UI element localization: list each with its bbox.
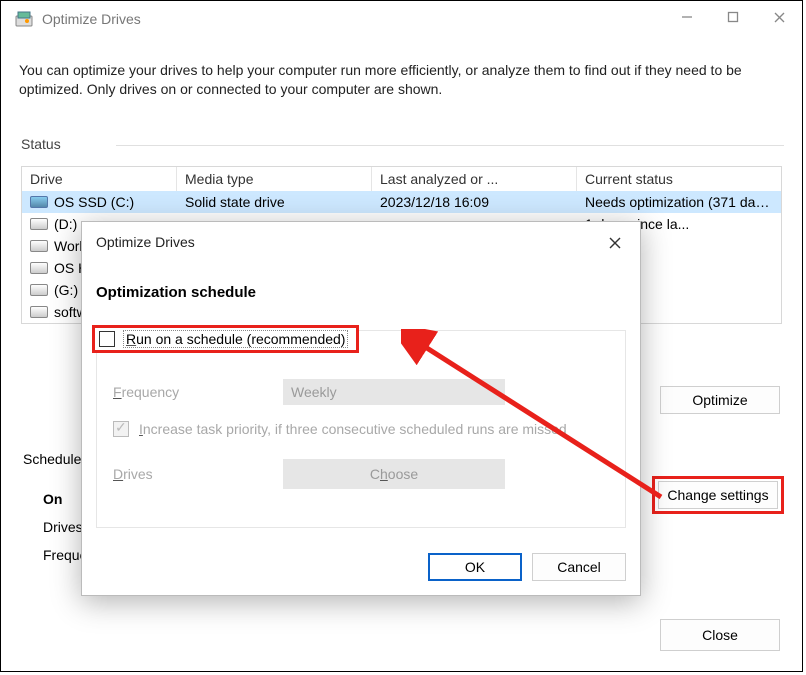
close-window-button[interactable] (756, 1, 802, 33)
drives-label: Drives (113, 466, 283, 482)
drive-name: OS SSD (C:) (54, 194, 134, 210)
header-drive[interactable]: Drive (22, 167, 177, 191)
header-status[interactable]: Current status (577, 167, 781, 191)
window-title: Optimize Drives (42, 11, 141, 27)
dialog-title: Optimize Drives (96, 234, 195, 250)
schedule-group: Run on a schedule (recommended) Frequenc… (96, 330, 626, 528)
app-icon (15, 10, 33, 28)
drive-name: (D:) (54, 216, 77, 232)
drive-icon (30, 262, 48, 274)
table-row[interactable]: OS SSD (C:) Solid state drive 2023/12/18… (22, 191, 781, 213)
change-settings-highlight: Change settings (652, 476, 784, 514)
schedule-drives-label: Drives (43, 519, 83, 535)
frequency-combo: Weekly (283, 379, 505, 405)
optimize-button[interactable]: Optimize (660, 386, 780, 414)
titlebar: Optimize Drives (1, 1, 802, 36)
drive-icon (30, 196, 48, 208)
priority-label: Increase task priority, if three consecu… (139, 421, 567, 437)
ok-button[interactable]: OK (428, 553, 522, 581)
drive-name: (G:) (54, 282, 78, 298)
frequency-label: Frequency (113, 384, 283, 400)
dialog-heading: Optimization schedule (96, 284, 256, 301)
drive-icon (30, 240, 48, 252)
run-on-schedule-checkbox[interactable] (99, 331, 115, 347)
drive-icon (30, 284, 48, 296)
priority-checkbox (113, 421, 129, 437)
schedule-on-label: On (43, 491, 62, 507)
description-text: You can optimize your drives to help you… (19, 61, 782, 99)
scheduled-section-label: Scheduled (23, 451, 89, 467)
drive-media: Solid state drive (177, 191, 372, 213)
schedule-dialog: Optimize Drives Optimization schedule Ru… (81, 221, 641, 596)
drive-last: 2023/12/18 16:09 (372, 191, 577, 213)
choose-button: Choose (283, 459, 505, 489)
header-media[interactable]: Media type (177, 167, 372, 191)
status-divider (116, 145, 784, 146)
header-last[interactable]: Last analyzed or ... (372, 167, 577, 191)
drive-icon (30, 218, 48, 230)
dialog-buttons: OK Cancel (428, 553, 626, 581)
drive-icon (30, 306, 48, 318)
cancel-button[interactable]: Cancel (532, 553, 626, 581)
table-header: Drive Media type Last analyzed or ... Cu… (22, 167, 781, 191)
status-section-label: Status (21, 136, 61, 152)
drives-row: Drives Choose (113, 459, 609, 489)
close-button[interactable]: Close (660, 619, 780, 651)
run-on-schedule-label: Run on a schedule (recommended) (123, 330, 348, 348)
minimize-button[interactable] (664, 1, 710, 33)
drive-status: Needs optimization (371 days since la... (577, 191, 781, 213)
priority-row: Increase task priority, if three consecu… (113, 421, 609, 437)
maximize-button[interactable] (710, 1, 756, 33)
frequency-row: Frequency Weekly (113, 379, 609, 405)
change-settings-button[interactable]: Change settings (658, 481, 778, 509)
dialog-close-button[interactable] (598, 228, 632, 258)
run-on-schedule-row[interactable]: Run on a schedule (recommended) (92, 325, 359, 353)
